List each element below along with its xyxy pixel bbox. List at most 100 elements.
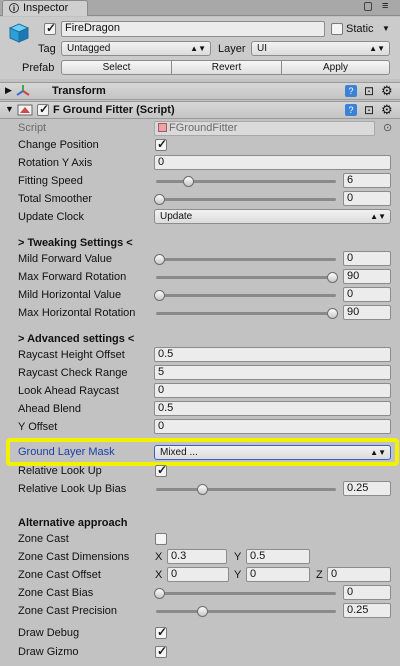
info-icon: i	[9, 3, 19, 13]
zone-offset-x-field[interactable]: 0	[167, 567, 229, 582]
gear-icon[interactable]: ⚙	[381, 102, 393, 118]
max-horizontal-slider-thumb[interactable]	[327, 308, 338, 319]
zone-offset-y-field[interactable]: 0	[246, 567, 310, 582]
mild-horizontal-label: Mild Horizontal Value	[18, 289, 122, 301]
draw-gizmo-checkbox[interactable]: ✓	[155, 644, 167, 658]
layer-dropdown[interactable]: UI ▲▼	[251, 41, 390, 56]
static-checkbox[interactable]	[331, 23, 343, 35]
transform-icon	[16, 84, 30, 98]
ahead-blend-field[interactable]: 0.5	[154, 401, 391, 416]
foldout-arrow-icon[interactable]: ▼	[5, 104, 14, 114]
y-offset-label: Y Offset	[18, 421, 58, 433]
mild-horizontal-slider-thumb[interactable]	[154, 290, 165, 301]
prefab-apply-button[interactable]: Apply	[281, 60, 390, 75]
tab-inspector[interactable]: i Inspector	[2, 0, 88, 16]
zone-offset-z-field[interactable]: 0	[327, 567, 391, 582]
rotation-y-axis-field[interactable]: 0	[154, 155, 391, 170]
draw-gizmo-label: Draw Gizmo	[18, 646, 79, 658]
static-dropdown-arrow[interactable]: ▼	[382, 24, 390, 33]
fitting-speed-slider-thumb[interactable]	[183, 176, 195, 187]
zone-cast-dimensions-label: Zone Cast Dimensions	[18, 551, 130, 563]
script-icon	[17, 103, 33, 117]
raycast-check-label: Raycast Check Range	[18, 367, 128, 379]
foldout-arrow-icon[interactable]: ▶	[5, 85, 12, 96]
zone-offset-z-label: Z	[316, 569, 323, 581]
relative-look-up-bias-field[interactable]: 0.25	[343, 481, 391, 496]
object-picker-icon[interactable]: ⊙	[383, 121, 392, 134]
zone-offset-y-label: Y	[234, 569, 242, 581]
prefab-revert-button[interactable]: Revert	[171, 60, 282, 75]
prefab-label: Prefab	[22, 62, 55, 74]
relative-look-up-checkbox[interactable]: ✓	[155, 463, 167, 477]
look-ahead-field[interactable]: 0	[154, 383, 391, 398]
active-checkbox[interactable]: ✓	[44, 21, 56, 35]
y-offset-field[interactable]: 0	[154, 419, 391, 434]
zone-dims-y-field[interactable]: 0.5	[246, 549, 310, 564]
max-horizontal-field[interactable]: 90	[343, 305, 391, 320]
zone-cast-precision-label: Zone Cast Precision	[18, 605, 118, 617]
relative-look-up-bias-label: Relative Look Up Bias	[18, 483, 127, 495]
tab-title: Inspector	[23, 2, 69, 14]
help-icon[interactable]: ?	[345, 85, 357, 97]
ground-layer-mask-label: Ground Layer Mask	[18, 446, 115, 458]
menu-icon[interactable]: ≡	[382, 0, 388, 12]
zone-cast-precision-field[interactable]: 0.25	[343, 603, 391, 618]
fitting-speed-field[interactable]: 6	[343, 173, 391, 188]
gameobject-name-field[interactable]: FireDragon	[61, 21, 325, 37]
total-smoother-label: Total Smoother	[18, 193, 92, 205]
zone-cast-precision-slider-thumb[interactable]	[197, 606, 209, 617]
settings-icon[interactable]: ⊡	[364, 103, 374, 117]
draw-debug-checkbox[interactable]: ✓	[155, 625, 167, 639]
tweaking-settings-header: > Tweaking Settings <	[18, 237, 133, 249]
max-forward-field[interactable]: 90	[343, 269, 391, 284]
zone-cast-precision-slider-track[interactable]	[156, 610, 336, 613]
mild-horizontal-slider-track[interactable]	[156, 294, 336, 297]
rotation-y-axis-label: Rotation Y Axis	[18, 157, 93, 169]
chevron-down-icon: ▲▼	[370, 212, 386, 221]
mild-forward-field[interactable]: 0	[343, 251, 391, 266]
ahead-blend-label: Ahead Blend	[18, 403, 81, 415]
cube-icon	[8, 22, 30, 44]
ground-layer-mask-dropdown[interactable]: Mixed ... ▲▼	[154, 445, 391, 460]
max-forward-slider-track[interactable]	[156, 276, 336, 279]
zone-cast-bias-slider-track[interactable]	[156, 592, 336, 595]
look-ahead-label: Look Ahead Raycast	[18, 385, 119, 397]
zone-cast-offset-label: Zone Cast Offset	[18, 569, 101, 581]
total-smoother-field[interactable]: 0	[343, 191, 391, 206]
zone-dims-x-field[interactable]: 0.3	[167, 549, 227, 564]
raycast-check-field[interactable]: 5	[154, 365, 391, 380]
change-position-label: Change Position	[18, 139, 99, 151]
component-enabled-checkbox[interactable]: ✓	[37, 102, 49, 116]
total-smoother-slider-track[interactable]	[156, 198, 336, 201]
update-clock-label: Update Clock	[18, 211, 85, 223]
script-file-icon	[158, 123, 167, 132]
zone-offset-x-label: X	[155, 569, 163, 581]
tag-label: Tag	[38, 43, 56, 55]
alternative-approach-header: Alternative approach	[18, 517, 128, 529]
relative-look-up-bias-slider-track[interactable]	[156, 488, 336, 491]
mild-forward-slider-thumb[interactable]	[154, 254, 165, 265]
mild-forward-slider-track[interactable]	[156, 258, 336, 261]
help-icon[interactable]: ?	[345, 104, 357, 116]
max-forward-slider-thumb[interactable]	[327, 272, 338, 283]
zone-cast-bias-field[interactable]: 0	[343, 585, 391, 600]
prefab-select-button[interactable]: Select	[61, 60, 172, 75]
gear-icon[interactable]: ⚙	[381, 83, 393, 99]
settings-icon[interactable]: ⊡	[364, 84, 374, 98]
update-clock-dropdown[interactable]: Update ▲▼	[154, 209, 391, 224]
static-label: Static	[346, 23, 374, 35]
change-position-checkbox[interactable]: ✓	[155, 137, 167, 151]
relative-look-up-bias-slider-thumb[interactable]	[197, 484, 209, 495]
script-label: Script	[18, 122, 47, 134]
zone-dims-x-label: X	[155, 551, 163, 563]
total-smoother-slider-thumb[interactable]	[154, 194, 165, 205]
zone-cast-bias-slider-thumb[interactable]	[154, 588, 165, 599]
max-horizontal-slider-track[interactable]	[156, 312, 336, 315]
lock-icon[interactable]	[364, 2, 372, 11]
chevron-down-icon: ▲▼	[369, 44, 385, 53]
fitting-speed-label: Fitting Speed	[18, 175, 83, 187]
mild-horizontal-field[interactable]: 0	[343, 287, 391, 302]
zone-cast-checkbox[interactable]	[155, 533, 167, 545]
raycast-height-field[interactable]: 0.5	[154, 347, 391, 362]
tag-dropdown[interactable]: Untagged ▲▼	[61, 41, 211, 56]
